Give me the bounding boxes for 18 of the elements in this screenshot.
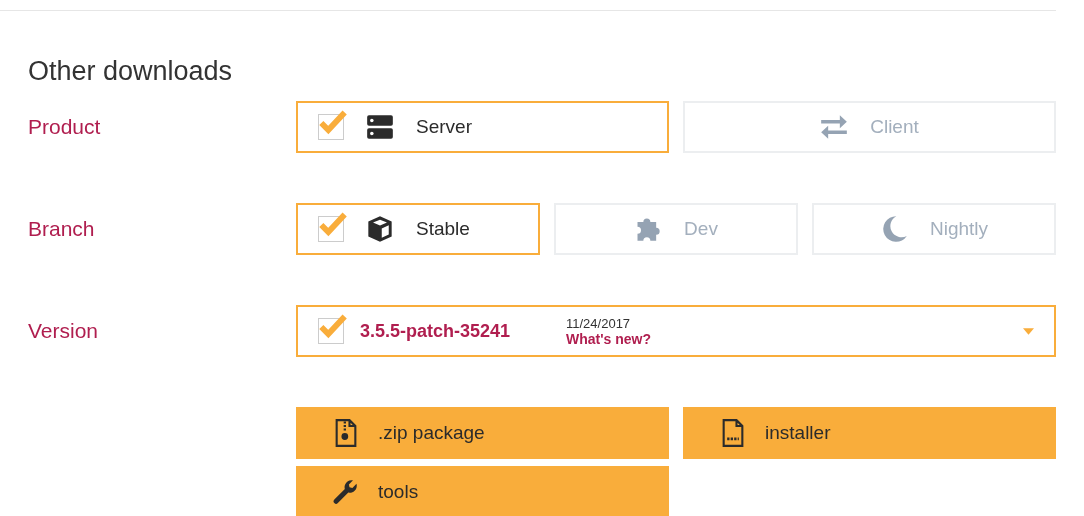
arrows-icon (820, 113, 849, 141)
field-label: Product (28, 115, 102, 139)
download-button[interactable]: installer (683, 407, 1056, 459)
field-label: Branch (28, 217, 96, 241)
branch-option[interactable]: Stable (296, 203, 540, 255)
version-number: 3.5.5-patch-35241 (360, 320, 512, 342)
cube-icon (366, 215, 394, 243)
release-date: 11/24/2017 (566, 315, 632, 331)
wrench-icon (332, 478, 360, 506)
download-button[interactable]: .zip package (296, 407, 669, 459)
section-heading: Other downloads (28, 56, 234, 87)
caret-icon (1023, 327, 1034, 335)
version-dropdown[interactable]: 3.5.5-patch-35241 11/24/2017 What's new? (296, 305, 1056, 357)
download-button[interactable]: tools (296, 466, 669, 516)
server-icon (366, 113, 394, 141)
field-label: Version (28, 319, 100, 343)
whats-new-link[interactable]: What's new? (566, 330, 651, 347)
product-option[interactable]: Server (296, 101, 669, 153)
